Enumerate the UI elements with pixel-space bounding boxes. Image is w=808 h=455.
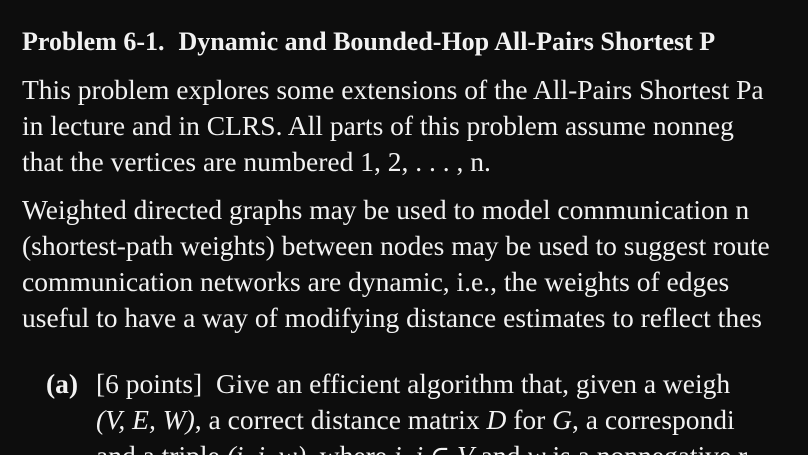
document-page: Problem 6-1. Dynamic and Bounded-Hop All-… <box>0 0 808 455</box>
part-a-line-2-text-3: , a correspondi <box>572 404 735 435</box>
graph-math: G <box>552 404 573 435</box>
part-a-line-3-text-3: and <box>474 440 527 455</box>
part-a-line-2-text-1: , a correct distance matrix <box>194 404 487 435</box>
part-a-points: [6 points] <box>96 368 203 399</box>
triple-math: (i, j, w) <box>227 440 306 455</box>
distance-matrix-math: D <box>486 404 507 435</box>
weight-math: w <box>527 440 545 455</box>
vertex-numbering-math: 1, 2, . . . , n. <box>360 146 491 177</box>
part-a-label: (a) <box>46 368 79 399</box>
intro-line-1: This problem explores some extensions of… <box>22 74 764 105</box>
intro-line-3: that the vertices are numbered 1, 2, . .… <box>22 146 491 178</box>
problem-title: Dynamic and Bounded-Hop All-Pairs Shorte… <box>178 27 716 56</box>
part-a-line-3-text-1: and a triple <box>96 440 227 455</box>
motivation-line-3: communication networks are dynamic, i.e.… <box>22 266 730 297</box>
right-edge-fade <box>786 0 808 455</box>
problem-heading: Problem 6-1. Dynamic and Bounded-Hop All-… <box>22 26 715 58</box>
intro-line-3-text: that the vertices are numbered <box>22 146 361 177</box>
motivation-line-4: useful to have a way of modifying distan… <box>22 302 762 333</box>
problem-number: Problem 6-1. <box>22 27 165 56</box>
vertex-membership-math: i, j ∈ V <box>394 440 474 455</box>
part-a-line-3-text-4: is a nonnegative r <box>546 440 747 455</box>
part-a-line-1-text: Give an efficient algorithm that, given … <box>215 368 731 399</box>
part-a-line-1: [6 points] Give an efficient algorithm t… <box>96 368 730 400</box>
motivation-line-1: Weighted directed graphs may be used to … <box>22 194 750 225</box>
part-a-line-2-text-2: for <box>506 404 553 435</box>
graph-tuple-math: (V, E, W) <box>96 404 195 435</box>
part-a-line-3: and a triple (i, j, w), where i, j ∈ V a… <box>96 440 747 455</box>
motivation-line-2: (shortest-path weights) between nodes ma… <box>22 230 770 261</box>
intro-line-2: in lecture and in CLRS. All parts of thi… <box>22 110 734 141</box>
part-a-line-3-text-2: , where <box>306 440 394 455</box>
part-a-line-2: (V, E, W), a correct distance matrix D f… <box>96 404 735 436</box>
